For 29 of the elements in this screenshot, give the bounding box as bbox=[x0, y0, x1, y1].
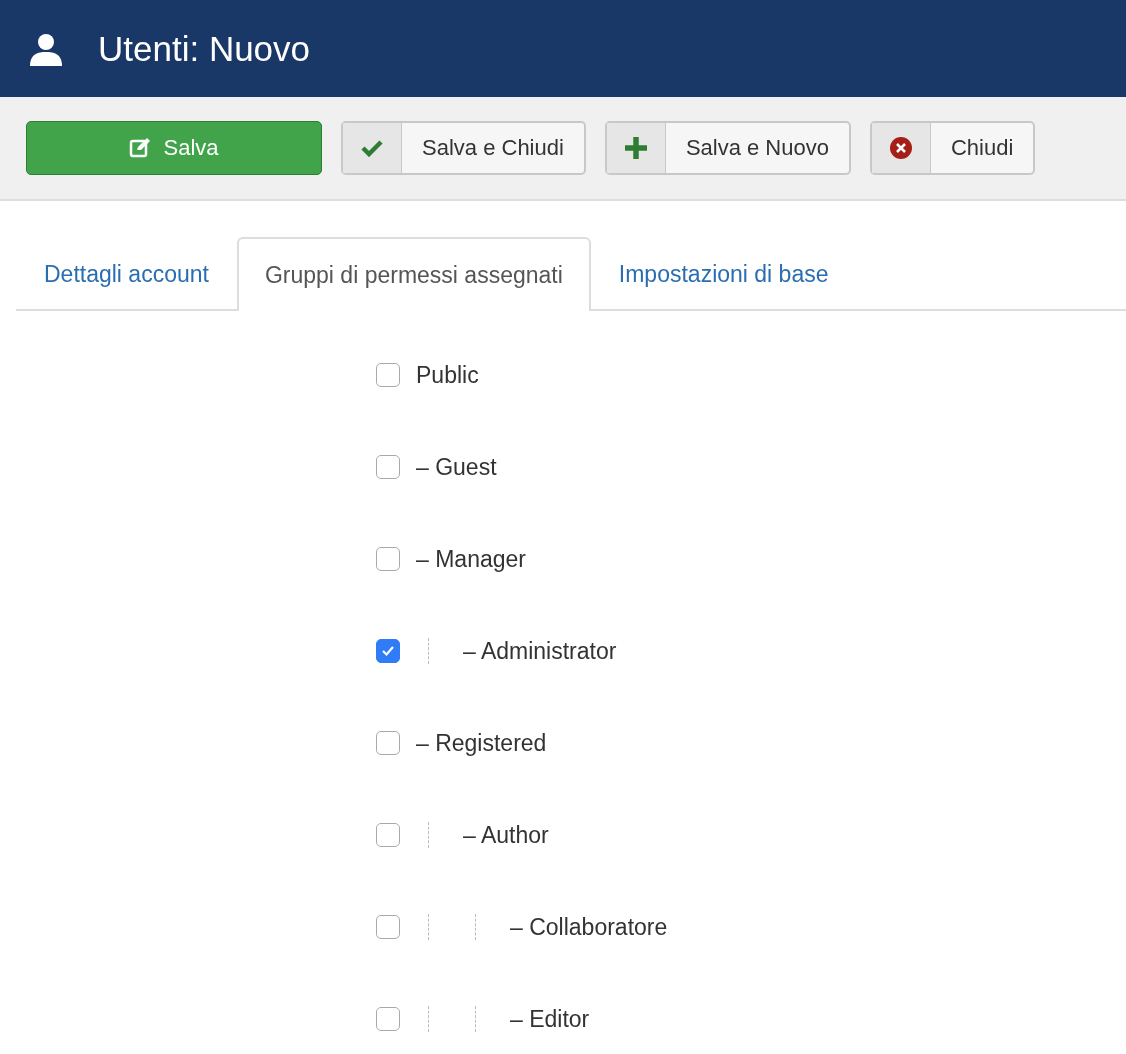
checkbox[interactable] bbox=[376, 639, 400, 663]
tab[interactable]: Gruppi di permessi assegnati bbox=[236, 237, 591, 311]
group-label: – Guest bbox=[416, 453, 497, 481]
checkbox[interactable] bbox=[376, 363, 400, 387]
user-icon bbox=[28, 31, 64, 66]
group-label: Public bbox=[416, 361, 479, 389]
tab[interactable]: Impostazioni di base bbox=[590, 237, 857, 309]
close-button[interactable]: Chiudi bbox=[869, 121, 1036, 175]
group-label: – Collaboratore bbox=[510, 913, 668, 941]
group-label: – Administrator bbox=[463, 637, 617, 665]
group-label: – Author bbox=[463, 821, 549, 849]
save-new-button[interactable]: Salva e Nuovo bbox=[604, 121, 851, 175]
checkbox[interactable] bbox=[376, 731, 400, 755]
close-icon bbox=[889, 137, 912, 159]
plus-icon bbox=[623, 136, 648, 160]
checkbox[interactable] bbox=[376, 547, 400, 571]
group-label: – Editor bbox=[510, 1005, 590, 1033]
checkbox[interactable] bbox=[376, 823, 400, 847]
edit-icon bbox=[129, 137, 152, 159]
checkmark-icon bbox=[381, 645, 395, 657]
group-label: – Registered bbox=[416, 729, 547, 757]
checkbox[interactable] bbox=[376, 455, 400, 479]
checkbox[interactable] bbox=[376, 915, 400, 939]
tab[interactable]: Dettagli account bbox=[16, 237, 237, 309]
checkbox[interactable] bbox=[376, 1007, 400, 1031]
page-title: Utenti: Nuovo bbox=[98, 28, 311, 69]
group-label: – Manager bbox=[416, 545, 526, 573]
save-close-button[interactable]: Salva e Chiudi bbox=[341, 121, 586, 175]
checkmark-icon bbox=[361, 139, 383, 157]
